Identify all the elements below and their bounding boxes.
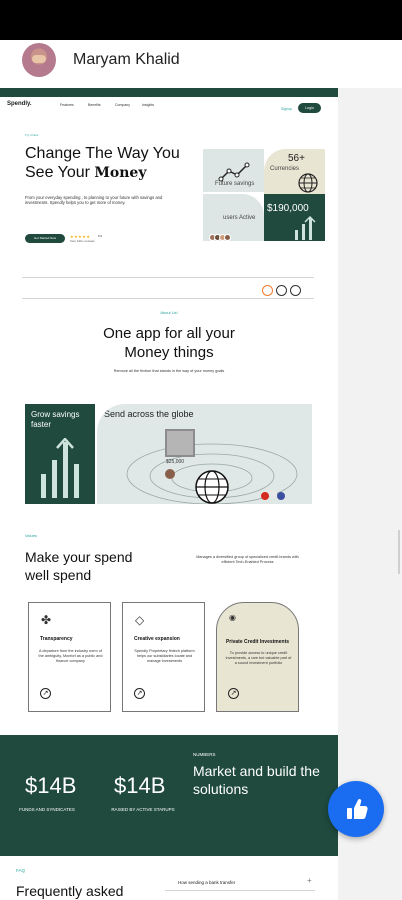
top-accent-bar	[0, 88, 338, 97]
status-bar	[0, 0, 402, 40]
nav-login: Login	[298, 103, 321, 113]
growth-bars-icon	[41, 438, 79, 498]
faq-divider	[165, 890, 315, 891]
send-amount: $25,000	[166, 459, 185, 465]
grow-savings-title: Grow savings faster	[31, 410, 80, 429]
about-title-line2: Money things	[124, 344, 214, 361]
nav-signup: Signup	[281, 107, 292, 111]
globe-icon	[298, 173, 318, 193]
values-title-line2: well spend	[25, 567, 92, 583]
faq-title: Frequently asked	[16, 883, 124, 899]
plus-icon: +	[307, 876, 312, 885]
partner-logo-icon	[276, 285, 287, 296]
clover-icon: ✤	[41, 613, 52, 627]
amount-value: $190,000	[267, 203, 309, 214]
rating-value: 5.0	[98, 234, 103, 238]
values-title-line1: Make your spend	[25, 549, 133, 565]
values-title: Make your spend well spend	[25, 548, 175, 584]
value-card-desc: A departure from the industry norm of th…	[38, 649, 103, 663]
stat1-label: FUNDS AND SYNDICATES	[19, 807, 75, 812]
arrow-up-right-icon: ↗	[228, 688, 239, 699]
send-across-globe-card: Send across the globe $25,000	[97, 404, 312, 504]
stat2-label: RAISED BY ACTIVE STARUPS	[111, 807, 175, 812]
value-card-title: Private Credit Investments	[225, 639, 290, 645]
nav-link-features: Features	[60, 103, 74, 107]
value-card-desc: Spendly Proprietary fintech platform hel…	[134, 649, 195, 663]
section-divider	[22, 298, 314, 299]
users-active-label: users Active	[223, 215, 256, 221]
values-tag: Values	[25, 533, 37, 538]
hero-title: Change The Way You See Your Money	[25, 144, 195, 183]
nav-link-company: Company	[115, 103, 130, 107]
user-avatars	[209, 228, 231, 246]
post-header	[0, 40, 402, 88]
hero-title-money: Money	[94, 165, 147, 181]
numbers-tag: NUMBERS	[193, 752, 216, 757]
orbit-illustration	[126, 429, 298, 504]
diamond-link-icon: ◇	[135, 613, 145, 627]
future-savings-tile: Future savings	[203, 149, 264, 192]
about-description: Remove all the friction that stands in t…	[113, 369, 225, 373]
scroll-indicator[interactable]	[398, 530, 400, 574]
faq-tag: FAQ	[16, 868, 26, 873]
numbers-title: Market and build the solutions	[193, 763, 320, 797]
stat1-value: $14B	[25, 773, 77, 798]
value-card-title: Transparency	[40, 636, 73, 642]
growth-bars-icon	[295, 216, 316, 240]
currencies-label: Currencies	[270, 166, 300, 172]
about-title-line1: One app for all your	[103, 325, 235, 342]
future-savings-label: Future savings	[215, 181, 255, 187]
site-logo: Spendly.	[7, 101, 32, 107]
thumbs-up-icon	[347, 798, 368, 819]
value-card-private-credit: ◉ Private Credit Investments To provide …	[216, 602, 299, 712]
hero-title-line1: Change The Way You	[25, 145, 180, 162]
site-nav: Spendly. Features Benefits Company Insig…	[0, 97, 338, 119]
openai-logo-icon	[290, 285, 301, 296]
faq-question: How sending a bank transfer	[178, 880, 236, 885]
grow-savings-card: Grow savings faster	[25, 404, 95, 504]
numbers-section: $14B FUNDS AND SYNDICATES $14B RAISED BY…	[0, 735, 338, 856]
currencies-tile: 56+ Currencies	[264, 149, 325, 194]
viewer-side-panel	[338, 88, 402, 900]
nav-link-insights: Insights	[142, 103, 155, 107]
nav-link-benefits: Benefits	[88, 103, 101, 107]
shared-website-screenshot: Spendly. Features Benefits Company Insig…	[0, 88, 338, 900]
value-card-transparency: ✤ Transparency A departure from the indu…	[28, 602, 111, 712]
value-card-title: Creative expansion	[134, 636, 180, 642]
value-card-creative-expansion: ◇ Creative expansion Spendly Proprietary…	[122, 602, 205, 712]
hero-title-prefix: See Your	[25, 164, 95, 181]
arrow-up-right-icon: ↗	[40, 688, 51, 699]
hubspot-logo-icon	[262, 285, 273, 296]
users-active-tile: users Active	[203, 194, 264, 241]
values-description: Manages a diversified group of specializ…	[196, 555, 299, 564]
hero-description: From your everyday spending , to plannin…	[25, 195, 163, 205]
avatar[interactable]	[22, 43, 56, 77]
like-button[interactable]	[328, 781, 384, 837]
stat2-value: $14B	[114, 773, 166, 798]
get-started-button: Get Started Now	[25, 234, 65, 243]
section-divider	[22, 277, 314, 278]
about-title: One app for all your Money things	[0, 324, 338, 362]
author-name[interactable]: Maryam Khalid	[73, 51, 180, 69]
hero-title-line2: See Your Money	[25, 163, 195, 183]
amount-tile: $190,000	[264, 194, 325, 241]
about-tag: About Us!	[160, 310, 178, 315]
shield-icon: ◉	[229, 613, 236, 622]
value-card-desc: To provide access to unique credit inves…	[225, 651, 292, 665]
reviews-count: from 120+ reviews	[70, 239, 95, 243]
hero-tagline: Try it Now	[25, 133, 39, 137]
arrow-up-right-icon: ↗	[134, 688, 145, 699]
currencies-count: 56+	[288, 153, 305, 164]
